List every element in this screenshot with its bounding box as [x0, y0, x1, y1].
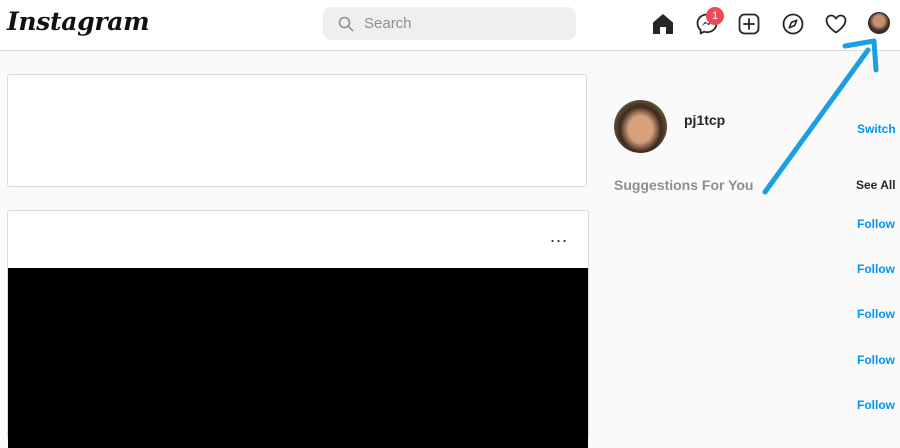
sidebar-username[interactable]: pj1tcp — [684, 112, 725, 128]
follow-button[interactable]: Follow — [857, 217, 895, 231]
post-media[interactable] — [8, 268, 588, 448]
home-icon[interactable] — [651, 12, 675, 36]
see-all-link[interactable]: See All — [856, 178, 896, 192]
stories-tray — [7, 74, 587, 187]
follow-button[interactable]: Follow — [857, 307, 895, 321]
search-input[interactable] — [364, 7, 564, 40]
feed-post: ... — [7, 210, 589, 448]
search-icon — [338, 16, 354, 32]
follow-button[interactable]: Follow — [857, 398, 895, 412]
explore-icon[interactable] — [781, 12, 805, 36]
post-options-icon[interactable]: ... — [550, 227, 568, 245]
sidebar-profile-avatar[interactable] — [614, 100, 667, 153]
search-box[interactable] — [323, 7, 576, 40]
follow-button[interactable]: Follow — [857, 353, 895, 367]
activity-heart-icon[interactable] — [824, 12, 848, 36]
top-navigation-bar: Instagram 1 — [0, 0, 900, 51]
profile-avatar[interactable] — [868, 12, 890, 34]
suggestions-title: Suggestions For You — [614, 177, 754, 193]
message-count-badge: 1 — [706, 7, 724, 25]
instagram-logo[interactable]: Instagram — [7, 7, 150, 36]
new-post-icon[interactable] — [737, 12, 761, 36]
switch-account-link[interactable]: Switch — [857, 122, 896, 136]
follow-button[interactable]: Follow — [857, 262, 895, 276]
